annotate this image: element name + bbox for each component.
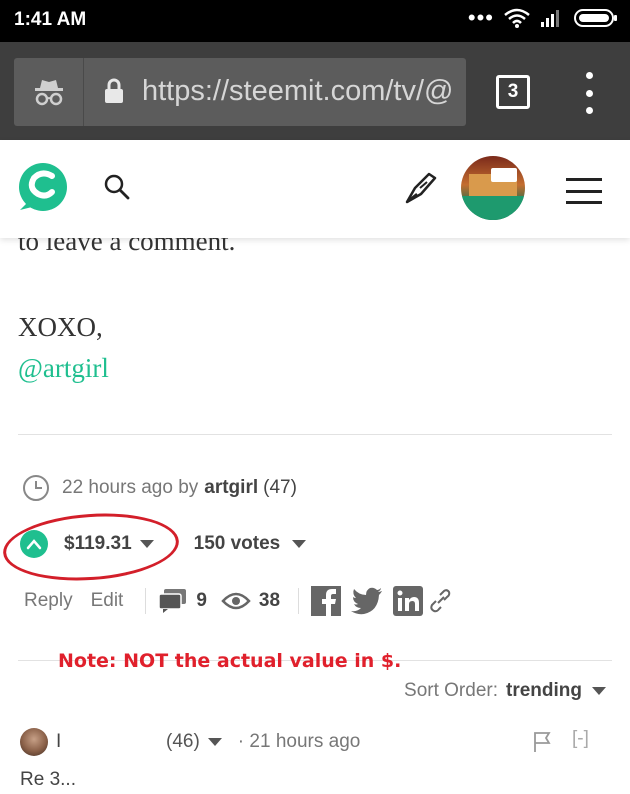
browser-menu-icon[interactable] (582, 72, 596, 114)
comment-text: Re 3... (20, 769, 76, 790)
post-meta: 22 hours ago by artgirl (47) (22, 474, 297, 502)
chevron-down-icon[interactable] (207, 738, 222, 746)
sort-label: Sort Order: (404, 680, 498, 701)
divider (18, 434, 612, 435)
status-time: 1:41 AM (14, 9, 87, 30)
status-icons: ••• (467, 5, 618, 30)
author-mention-link[interactable]: @artgirl (18, 353, 109, 384)
url-bar[interactable]: https://steemit.com/tv/@ (14, 58, 466, 126)
payout-value[interactable]: $119.31 (64, 533, 154, 555)
facebook-icon[interactable] (311, 586, 342, 616)
comment-author[interactable]: I (56, 731, 166, 753)
collapse-button[interactable]: [-] (572, 728, 589, 750)
post-signoff: XOXO, (18, 312, 103, 342)
chevron-down-icon (592, 687, 606, 695)
avatar[interactable] (461, 156, 525, 220)
sort-order[interactable]: Sort Order: trending (404, 680, 606, 702)
lock-icon (105, 78, 123, 103)
chevron-down-icon (139, 539, 154, 548)
sort-value[interactable]: trending (506, 680, 582, 702)
post-actions: Reply Edit 9 38 (24, 586, 451, 616)
divider (298, 588, 300, 614)
search-icon[interactable] (104, 174, 130, 200)
flag-icon[interactable] (532, 731, 552, 753)
site-header (0, 140, 630, 238)
menu-icon[interactable] (566, 178, 602, 204)
comment-avatar[interactable] (20, 728, 48, 756)
clock-icon (23, 475, 49, 501)
votes-count[interactable]: 150 votes (194, 533, 307, 555)
signal-icon (541, 10, 559, 27)
eye-icon (221, 592, 251, 610)
dots-icon: ••• (467, 5, 494, 30)
comments-icon[interactable] (158, 588, 188, 614)
tab-switcher-button[interactable]: 3 (496, 75, 530, 109)
upvote-button[interactable] (20, 530, 48, 558)
steemit-logo[interactable] (16, 162, 70, 214)
views-count: 38 (258, 590, 281, 611)
wifi-icon (504, 8, 530, 28)
edit-link[interactable]: Edit (91, 590, 124, 612)
divider (145, 588, 147, 614)
pen-icon[interactable] (403, 170, 437, 206)
annotation-note: Note: NOT the actual value in $. (58, 650, 402, 672)
link-icon[interactable] (429, 588, 451, 614)
comment-time[interactable]: · 21 hours ago (238, 731, 361, 753)
browser-toolbar: https://steemit.com/tv/@ 3 (0, 42, 630, 140)
incognito-icon[interactable] (14, 58, 84, 126)
vote-row: $119.31 150 votes (20, 530, 307, 558)
status-bar: 1:41 AM ••• (0, 0, 630, 42)
author-reputation: (47) (263, 477, 297, 498)
post-time: 22 hours ago by (62, 477, 199, 498)
twitter-icon[interactable] (351, 587, 383, 615)
author-link[interactable]: artgirl (204, 477, 258, 499)
chevron-up-icon (26, 539, 42, 550)
url-text[interactable]: https://steemit.com/tv/@ (142, 75, 460, 108)
chevron-down-icon (292, 539, 307, 548)
comments-count: 9 (196, 590, 207, 611)
reply-link[interactable]: Reply (24, 590, 73, 612)
battery-icon (574, 9, 617, 27)
comment-header: I (46) · 21 hours ago [-] (20, 728, 610, 756)
comment-reputation: (46) (166, 731, 200, 752)
linkedin-icon[interactable] (393, 586, 424, 616)
